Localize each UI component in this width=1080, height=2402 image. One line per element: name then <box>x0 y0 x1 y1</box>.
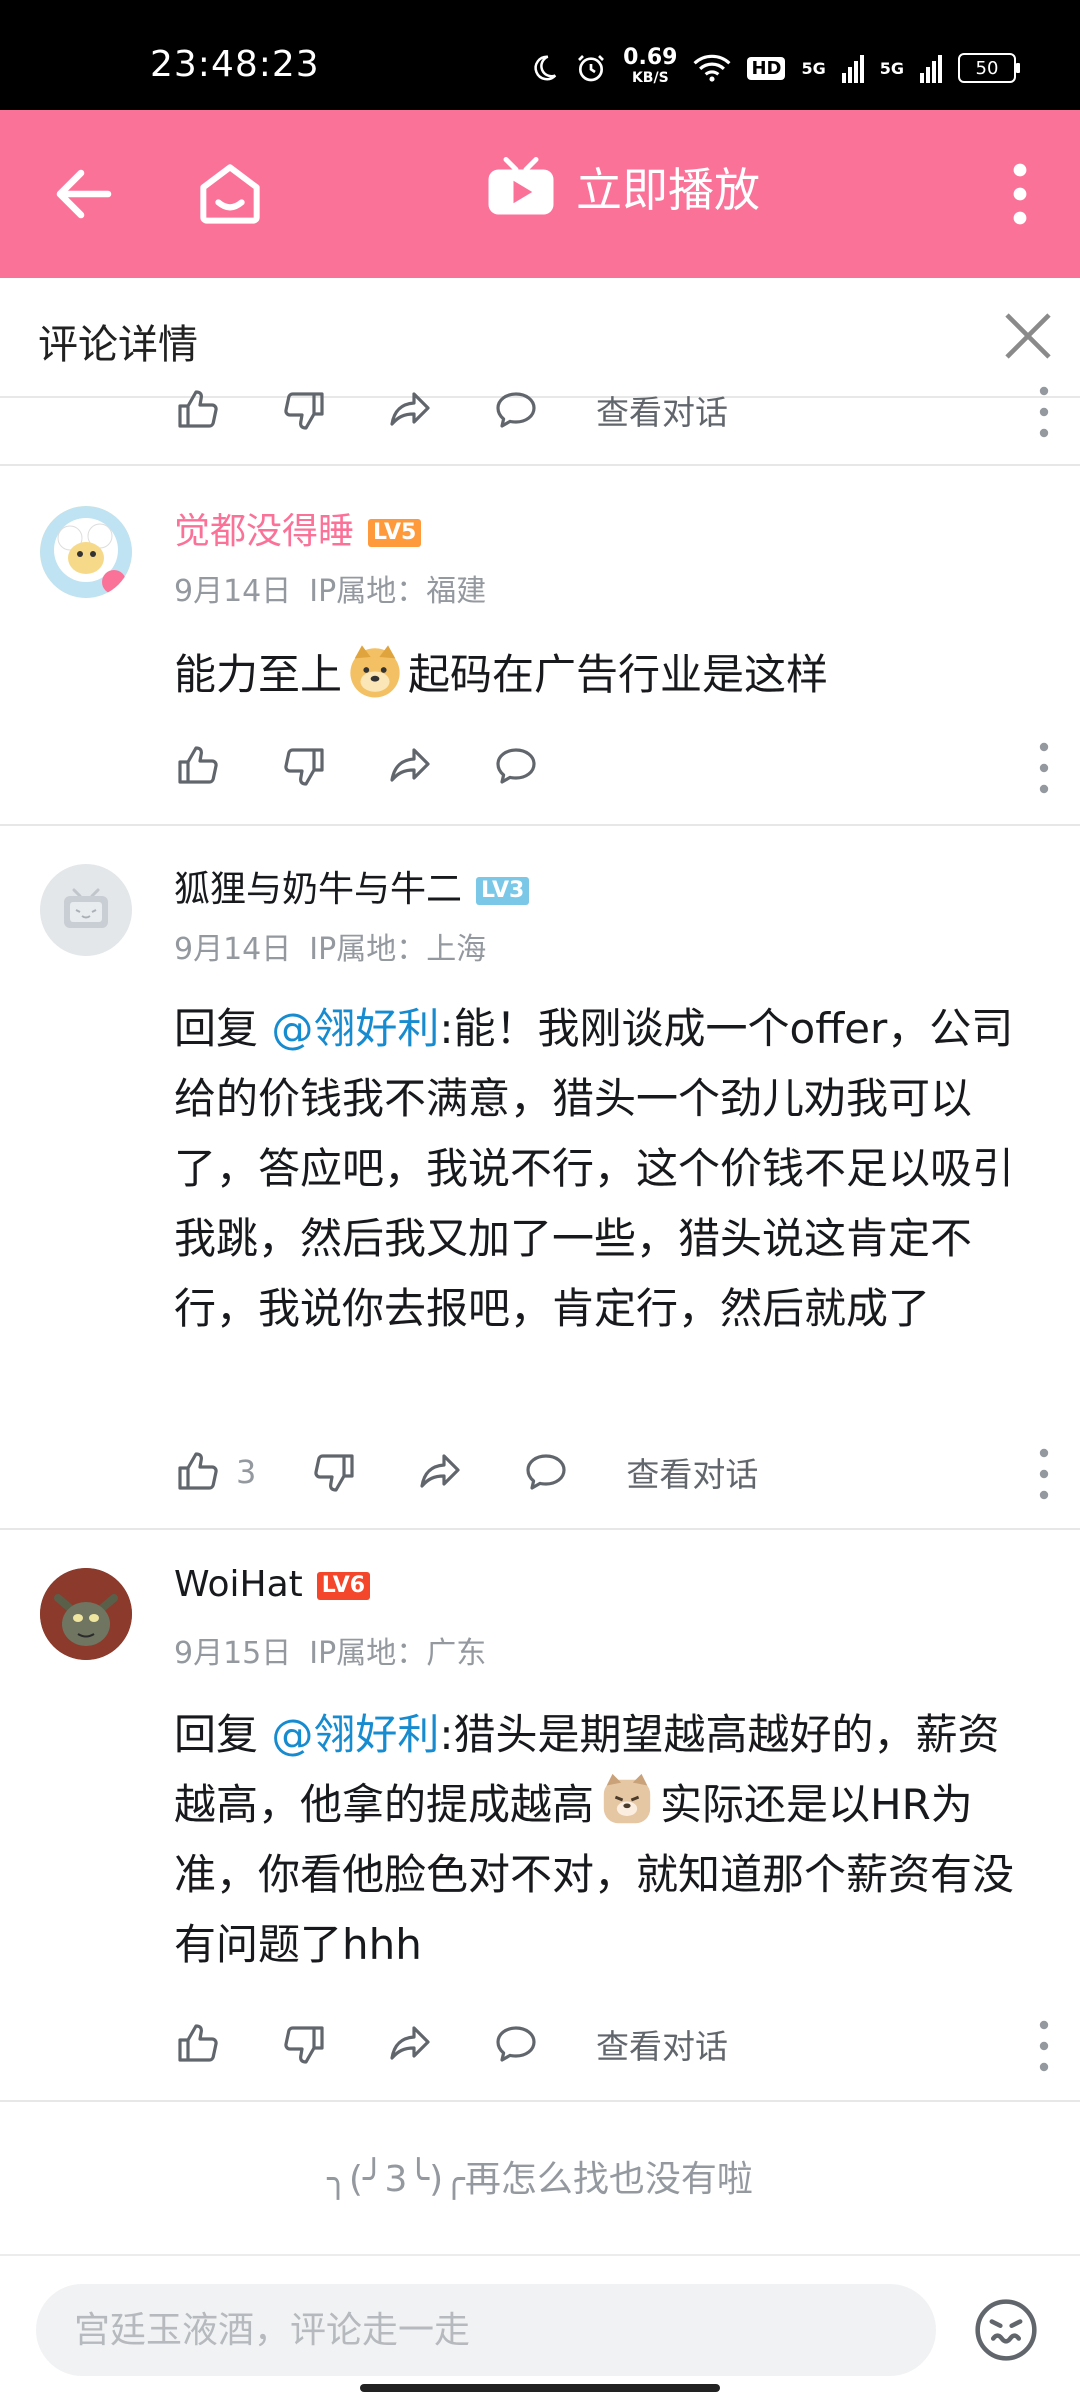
comment-input-bar <box>0 2254 1080 2402</box>
comment-input[interactable] <box>36 2284 936 2376</box>
cat-avatar-icon <box>40 1568 132 1660</box>
mention-link[interactable]: @翎好利 <box>271 1004 439 1053</box>
like-icon[interactable] <box>174 742 222 790</box>
signal-bars-icon <box>841 55 864 83</box>
like-icon[interactable] <box>174 2020 222 2068</box>
avatar[interactable] <box>40 1568 132 1660</box>
more-vertical-icon[interactable] <box>1000 162 1040 226</box>
level-badge: LV3 <box>476 877 530 905</box>
battery-icon: 50 <box>958 53 1020 83</box>
comment-more-icon[interactable] <box>1034 384 1054 440</box>
action-row <box>174 736 540 796</box>
divider <box>0 2100 1080 2102</box>
comment-text: 能力至上 起码在广告行业是这样 <box>174 640 1034 710</box>
action-row: 3 查看对话 <box>174 1442 758 1502</box>
signal-bars-icon-2 <box>920 55 942 83</box>
share-icon[interactable] <box>386 742 434 790</box>
comment-date: 9月15日 <box>174 1636 292 1671</box>
signal-5g-icon-2: 5G <box>879 58 904 78</box>
divider <box>0 464 1080 466</box>
dislike-icon[interactable] <box>280 2020 328 2068</box>
top-nav-bar: 立即播放 <box>0 110 1080 278</box>
moon-icon <box>534 55 557 81</box>
view-conversation-link[interactable]: 查看对话 <box>596 386 728 434</box>
comment-username[interactable]: 觉都没得睡 LV5 <box>174 502 422 554</box>
home-icon[interactable] <box>190 154 270 234</box>
view-conversation-link[interactable]: 查看对话 <box>596 2020 728 2068</box>
page-title: 评论详情 <box>38 322 198 368</box>
like-count: 3 <box>236 1453 257 1491</box>
comment-text: 回复 @翎好利:能！我刚谈成一个offer，公司给的价钱我不满意，猎头一个劲儿劝… <box>174 1004 1015 1333</box>
emoji-picker-icon[interactable] <box>972 2296 1040 2364</box>
status-bar: 23:48:23 0.69 KB/S HD 5G 5G 50 <box>0 0 1080 110</box>
back-arrow-icon[interactable] <box>48 158 120 230</box>
share-icon[interactable] <box>386 2020 434 2068</box>
divider <box>0 1528 1080 1530</box>
view-conversation-link[interactable]: 查看对话 <box>626 1448 758 1496</box>
comment-text: 回复 @翎好利:猎头是期望越高越好的，薪资越高，他拿的提成越高 实际还是以HR为准… <box>174 1710 1015 1969</box>
comment-ip: IP属地：福建 <box>309 574 487 609</box>
dislike-icon[interactable] <box>310 1448 358 1496</box>
like-icon[interactable] <box>174 386 222 434</box>
signal-5g-icon: 5G <box>801 58 826 78</box>
comment-meta: 9月15日 IP属地：广东 <box>174 1628 486 1672</box>
dislike-icon[interactable] <box>280 386 328 434</box>
tv-play-icon <box>488 157 554 215</box>
like-icon[interactable] <box>174 1448 222 1496</box>
reply-icon[interactable] <box>492 2020 540 2068</box>
comment-date: 9月14日 <box>174 932 292 967</box>
default-tv-avatar-icon <box>40 864 132 956</box>
net-speed: 0.69 KB/S <box>623 45 678 87</box>
home-indicator <box>360 2384 720 2392</box>
action-row-top: 查看对话 <box>174 380 728 440</box>
sheep-avatar-icon <box>40 506 132 598</box>
reply-icon[interactable] <box>522 1448 570 1496</box>
reply-icon[interactable] <box>492 742 540 790</box>
mention-link[interactable]: @翎好利 <box>271 1710 439 1759</box>
comment-username[interactable]: WoiHat LV6 <box>174 1564 371 1605</box>
level-badge: LV5 <box>368 519 422 547</box>
comment-more-icon[interactable] <box>1034 1446 1054 1502</box>
reply-icon[interactable] <box>492 386 540 434</box>
end-of-list-text: ╮(╯3╰)╭再怎么找也没有啦 <box>327 2159 753 2200</box>
avatar[interactable] <box>40 506 132 598</box>
alarm-icon <box>578 55 605 82</box>
play-now-label: 立即播放 <box>576 163 760 217</box>
level-badge: LV6 <box>316 1572 371 1600</box>
action-row: 查看对话 <box>174 2014 728 2074</box>
clock: 23:48:23 <box>150 44 320 85</box>
comment-username[interactable]: 狐狸与奶牛与牛二 LV3 <box>174 860 530 912</box>
play-now-button[interactable]: 立即播放 <box>486 154 760 220</box>
status-icons: 0.69 KB/S HD 5G 5G 50 <box>529 45 1020 88</box>
comment-meta: 9月14日 IP属地：福建 <box>174 566 486 610</box>
avatar[interactable] <box>40 864 132 956</box>
dog-smirk-emoji-icon <box>603 1773 651 1824</box>
close-icon[interactable] <box>1000 308 1056 364</box>
hd-badge: HD <box>747 56 786 80</box>
comment-ip: IP属地：上海 <box>309 932 487 967</box>
doge-emoji-icon <box>350 645 400 698</box>
share-icon[interactable] <box>386 386 434 434</box>
comment-meta: 9月14日 IP属地：上海 <box>174 924 486 968</box>
comment-date: 9月14日 <box>174 574 292 609</box>
comment-more-icon[interactable] <box>1034 2018 1054 2074</box>
share-icon[interactable] <box>416 1448 464 1496</box>
comment-more-icon[interactable] <box>1034 740 1054 796</box>
wifi-icon <box>693 54 731 82</box>
comment-ip: IP属地：广东 <box>309 1636 487 1671</box>
divider <box>0 824 1080 826</box>
dislike-icon[interactable] <box>280 742 328 790</box>
